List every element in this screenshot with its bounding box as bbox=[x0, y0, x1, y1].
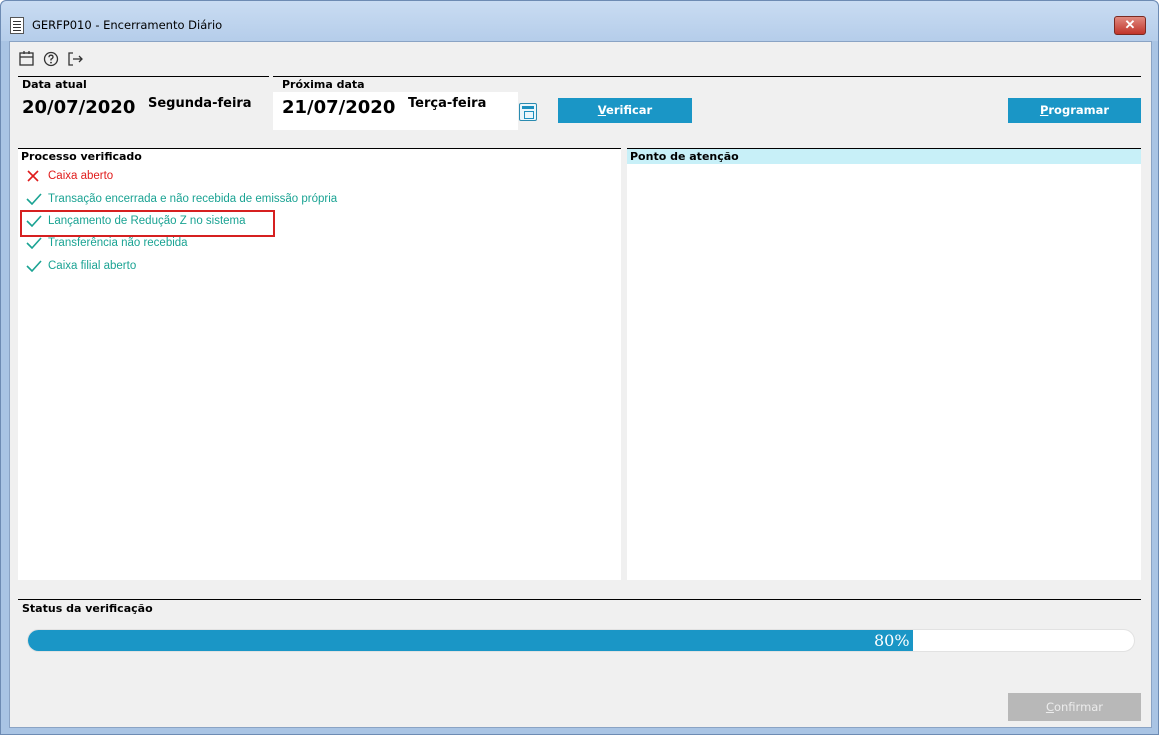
document-icon bbox=[10, 17, 24, 34]
title-bar[interactable]: GERFP010 - Encerramento Diário ✕ bbox=[1, 1, 1158, 41]
error-x-icon bbox=[18, 167, 48, 185]
date-picker-icon[interactable] bbox=[519, 103, 537, 121]
next-date-label: Próxima data bbox=[282, 78, 365, 91]
process-item: Caixa aberto bbox=[18, 165, 113, 187]
attention-panel-title: Ponto de atenção bbox=[627, 148, 1141, 164]
process-item: Transação encerrada e não recebida de em… bbox=[18, 188, 337, 210]
calendar-icon[interactable] bbox=[18, 50, 36, 68]
process-item-label: Transação encerrada e não recebida de em… bbox=[48, 193, 338, 205]
next-day-name: Terça-feira bbox=[408, 96, 487, 111]
highlight-annotation bbox=[20, 210, 275, 237]
confirm-button-accel: C bbox=[1045, 700, 1054, 714]
current-date-value: 20/07/2020 bbox=[22, 97, 136, 118]
next-date-value: 21/07/2020 bbox=[282, 97, 396, 118]
attention-panel: Ponto de atenção bbox=[627, 148, 1141, 580]
check-icon bbox=[18, 190, 48, 208]
check-icon bbox=[18, 257, 48, 275]
window-title: GERFP010 - Encerramento Diário bbox=[32, 18, 223, 32]
schedule-button-label: rogramar bbox=[1048, 103, 1110, 117]
verify-button-label: erificar bbox=[606, 103, 653, 117]
process-item: Caixa filial aberto bbox=[18, 255, 136, 277]
current-day-name: Segunda-feira bbox=[148, 96, 252, 111]
verify-button[interactable]: Verificar bbox=[558, 98, 692, 123]
divider bbox=[18, 76, 269, 77]
divider bbox=[273, 76, 1141, 77]
progress-percent-text: 80% bbox=[874, 631, 910, 650]
process-item-label: Caixa filial aberto bbox=[48, 260, 137, 272]
app-window: GERFP010 - Encerramento Diário ✕ Data at… bbox=[0, 0, 1159, 735]
close-button[interactable]: ✕ bbox=[1114, 16, 1146, 35]
exit-icon[interactable] bbox=[66, 50, 84, 68]
divider bbox=[18, 599, 1141, 600]
schedule-button[interactable]: Programar bbox=[1008, 98, 1141, 123]
toolbar bbox=[18, 50, 84, 70]
current-date-label: Data atual bbox=[22, 78, 87, 91]
process-item-label: Caixa aberto bbox=[48, 170, 114, 182]
verify-button-accel: V bbox=[597, 103, 607, 117]
help-icon[interactable] bbox=[42, 50, 60, 68]
process-item-label: Transferência não recebida bbox=[48, 237, 188, 249]
status-title: Status da verificação bbox=[22, 602, 153, 615]
process-panel-title: Processo verificado bbox=[18, 148, 621, 164]
progress-fill bbox=[28, 630, 913, 651]
confirm-button-label: onfirmar bbox=[1053, 700, 1104, 714]
client-area: Data atual 20/07/2020 Segunda-feira Próx… bbox=[9, 41, 1152, 728]
confirm-button[interactable]: Confirmar bbox=[1008, 693, 1141, 721]
verification-progress-bar bbox=[27, 629, 1135, 652]
